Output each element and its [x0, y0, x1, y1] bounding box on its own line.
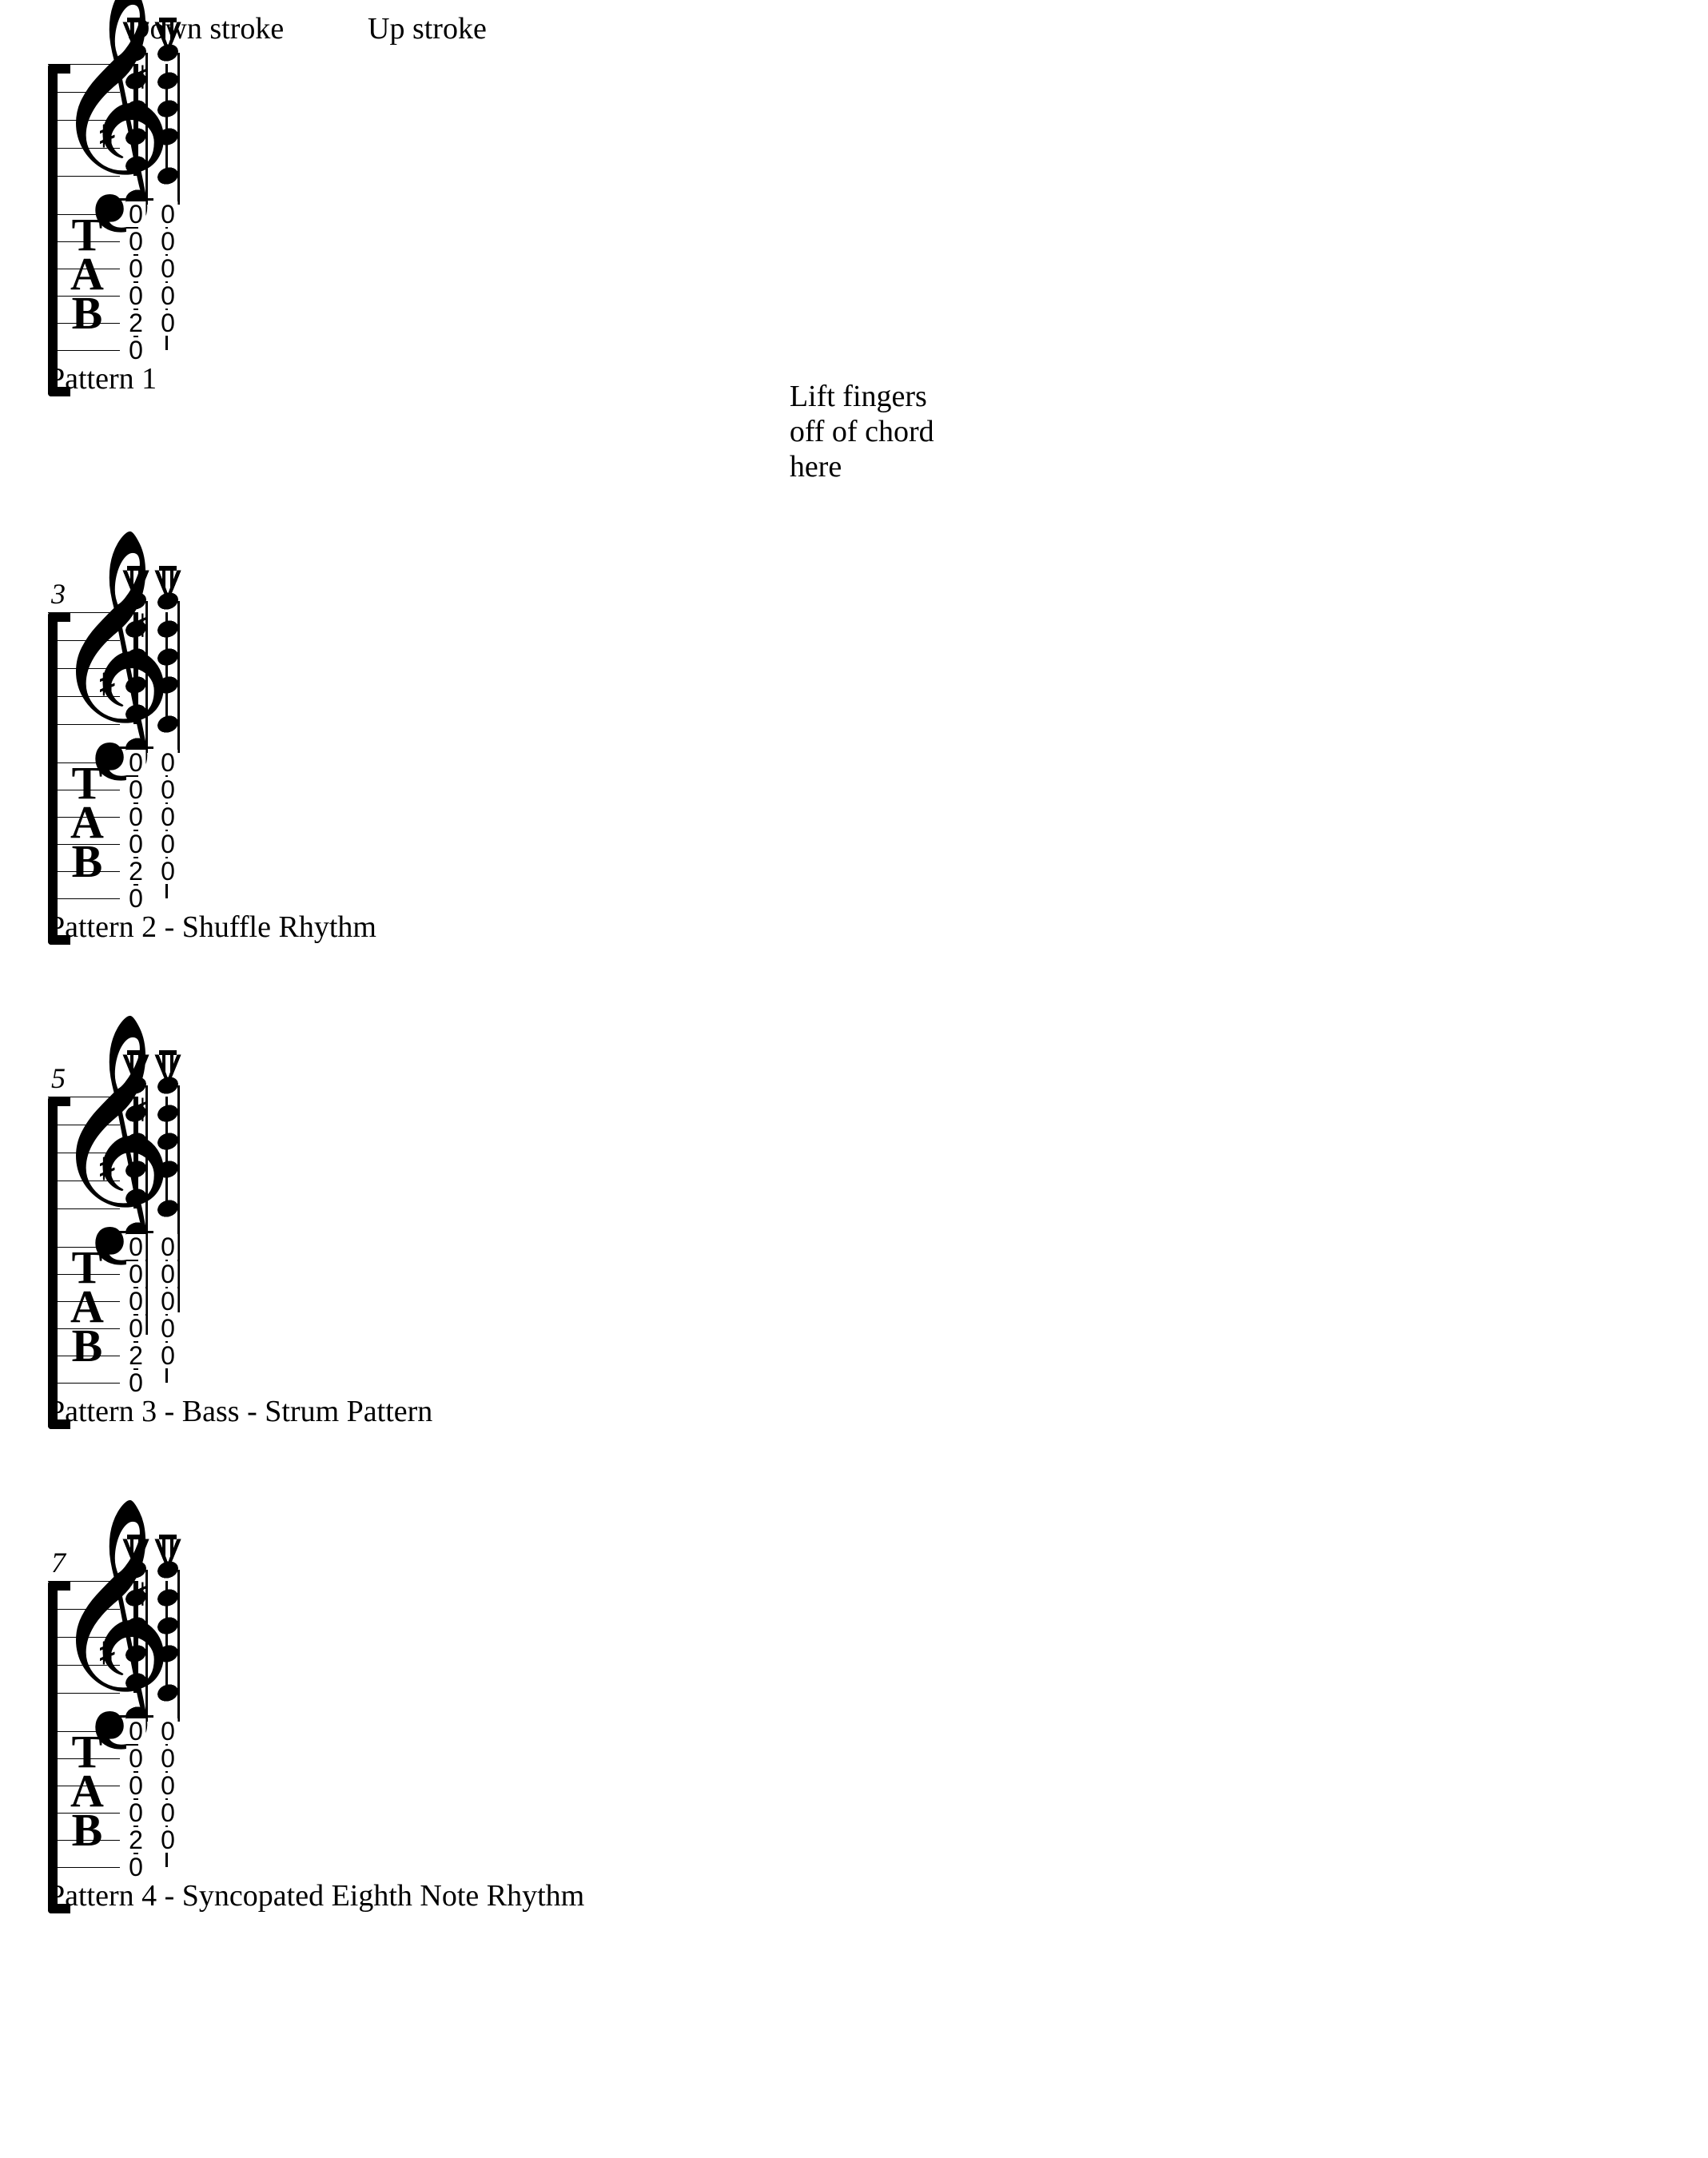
fret-number: 0 — [158, 1234, 177, 1260]
chord — [152, 1581, 184, 1693]
pattern-caption: Pattern 4 - Syncopated Eighth Note Rhyth… — [48, 1878, 1660, 1913]
pattern-caption: Pattern 2 - Shuffle Rhythm — [48, 910, 1660, 945]
music-system: Down strokeUp stroke𝄞8♯♯♯V♯♯V♯V♯♯♯V♯♯V♯V… — [48, 16, 1660, 396]
fret-number: 0 — [126, 256, 145, 281]
fret-number: 0 — [158, 1718, 177, 1744]
music-system: 7𝄞8♯♯♯V♯♯V♯V♯♯♯V♯♯V♯VTAB0012200012200012… — [48, 1533, 1660, 1913]
fret-number: 0 — [126, 750, 145, 775]
fret-number: 0 — [158, 1316, 177, 1341]
fret-number: 0 — [158, 858, 177, 884]
tab-column: 00000 — [150, 214, 185, 350]
fret-number: 0 — [126, 804, 145, 830]
music-system: 3𝄞8♯V♯♯V♯♯V♯♯V♯V♯♯V♯♯V♯♯VTAB001220001220… — [48, 564, 1660, 945]
music-system: 5𝄞8♯♯♯V♯V♯♯♯V♯VTAB0001220001220001220001… — [48, 1049, 1660, 1429]
tab-column: 0000 — [118, 214, 153, 350]
fret-number: 0 — [126, 229, 145, 254]
fret-number: 0 — [126, 1773, 145, 1798]
tab-column: 00000 — [150, 762, 185, 898]
fret-number: 0 — [158, 804, 177, 830]
fret-number: 0 — [158, 750, 177, 775]
fret-number: 0 — [126, 1288, 145, 1314]
fret-number: 0 — [158, 256, 177, 281]
fret-number: 0 — [126, 1234, 145, 1260]
chord — [152, 612, 184, 724]
tab-column: 0000 — [118, 762, 153, 898]
fret-number: 0 — [126, 1316, 145, 1341]
tab-column: 00000 — [150, 1247, 185, 1383]
fret-number: 0 — [126, 1718, 145, 1744]
fret-number: 0 — [126, 1261, 145, 1287]
fret-number: 0 — [158, 1746, 177, 1771]
fret-number: 0 — [158, 831, 177, 857]
fret-number: 0 — [158, 1261, 177, 1287]
tab-clef: TAB — [70, 215, 102, 333]
up-stroke-label: Up stroke — [368, 11, 487, 46]
tab-clef: TAB — [70, 763, 102, 882]
fret-number: 0 — [158, 1827, 177, 1853]
fret-number: 0 — [126, 777, 145, 802]
fret-number: 0 — [158, 229, 177, 254]
fret-number: 0 — [126, 283, 145, 309]
fret-number: 0 — [126, 1800, 145, 1826]
fret-number: 0 — [158, 1288, 177, 1314]
fret-number: 0 — [126, 831, 145, 857]
tab-clef: TAB — [70, 1248, 102, 1366]
fret-number: 0 — [158, 283, 177, 309]
chord — [152, 64, 184, 176]
tab-column: 0000 — [118, 1247, 153, 1383]
fret-number: 0 — [158, 310, 177, 336]
fret-number: 0 — [158, 1800, 177, 1826]
fret-number: 0 — [158, 1343, 177, 1368]
chord — [152, 1097, 184, 1208]
fret-number: 0 — [158, 777, 177, 802]
fret-number: 0 — [158, 201, 177, 227]
fret-number: 0 — [126, 1746, 145, 1771]
fret-number: 0 — [126, 201, 145, 227]
fret-number: 0 — [158, 1773, 177, 1798]
pattern-caption: Pattern 3 - Bass - Strum Pattern — [48, 1394, 1660, 1429]
tab-column: 0000 — [118, 1731, 153, 1867]
tab-column: 00000 — [150, 1731, 185, 1867]
tab-clef: TAB — [70, 1732, 102, 1850]
lift-fingers-annotation: Lift fingers off of chord here — [790, 379, 934, 484]
